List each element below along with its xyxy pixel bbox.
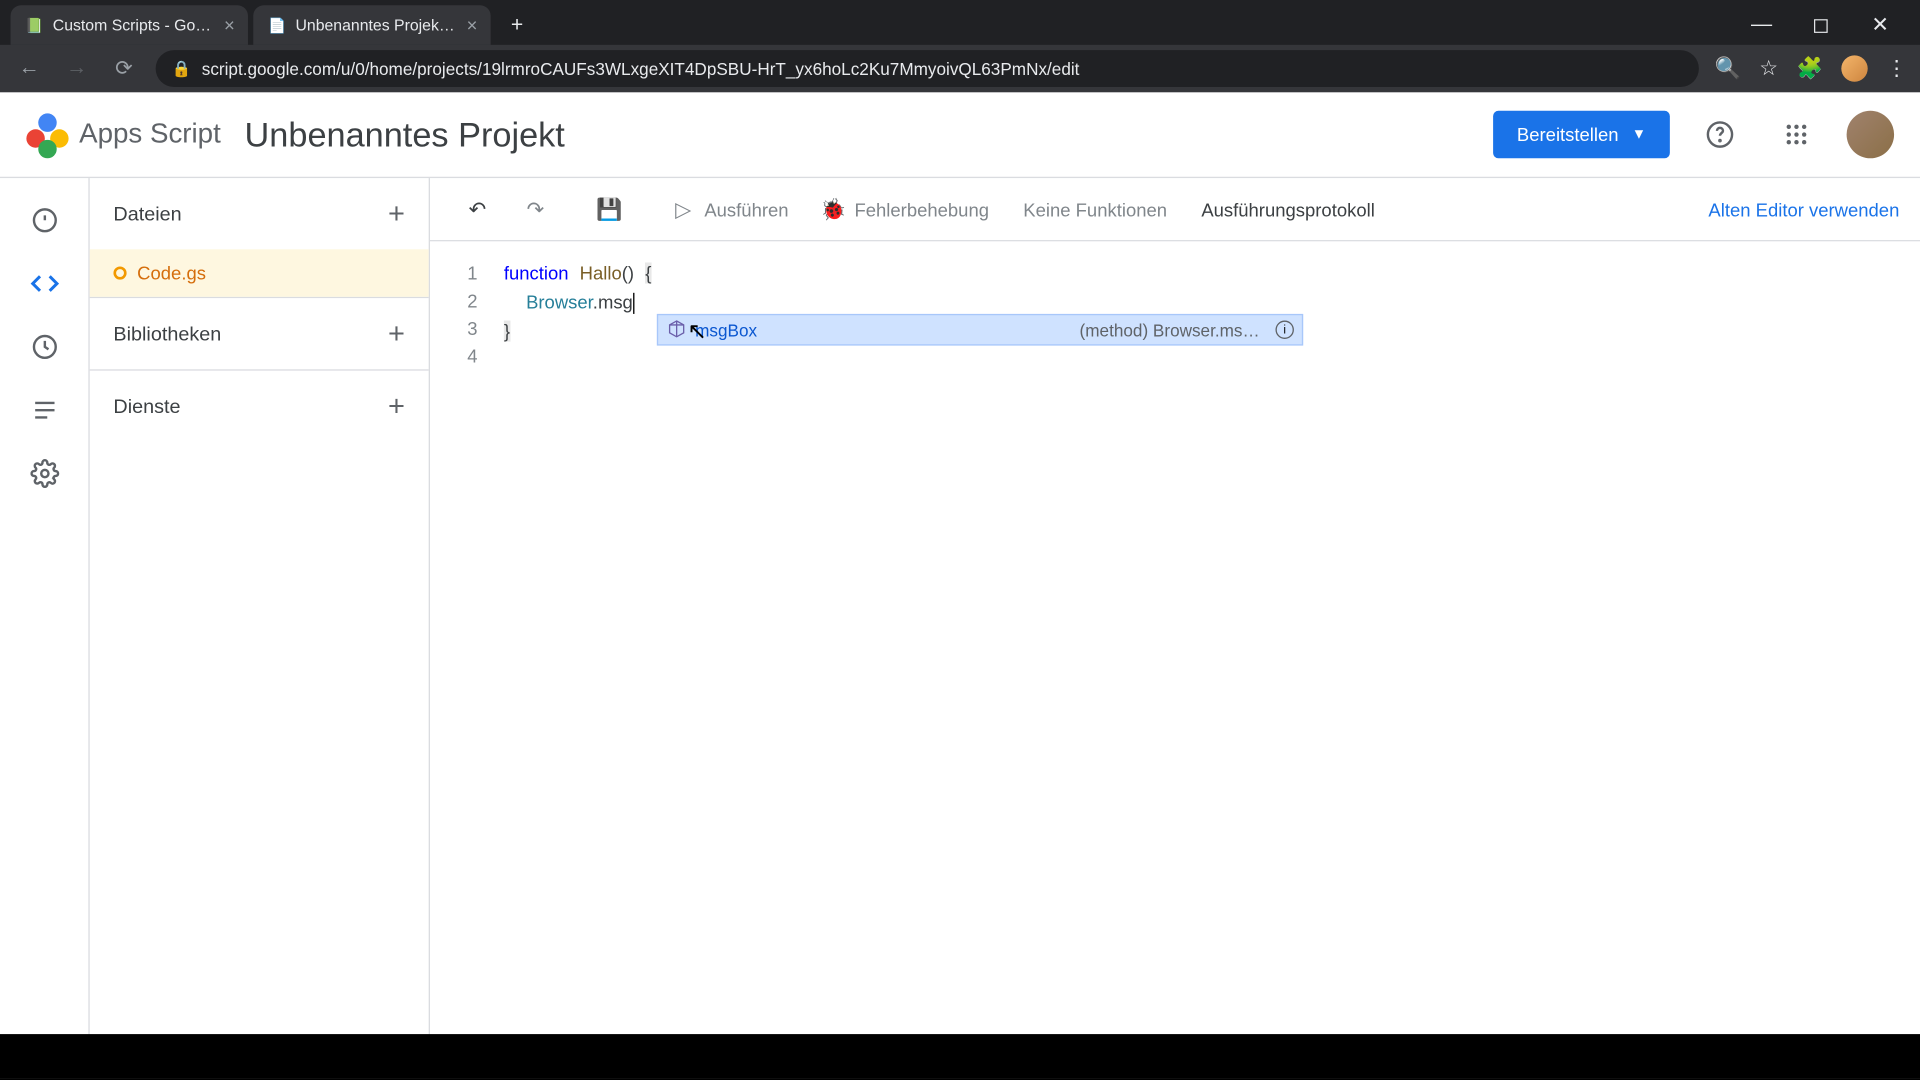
tab-strip: 📗 Custom Scripts - Google Tabellen × 📄 U… — [0, 0, 1920, 45]
code-content: function Hallo() { Browser.msg } — [504, 260, 652, 347]
app-name: Apps Script — [79, 119, 221, 151]
close-icon[interactable]: × — [224, 15, 235, 36]
rail-overview[interactable] — [18, 194, 71, 247]
add-service-button[interactable]: + — [388, 389, 405, 423]
deploy-label: Bereitstellen — [1517, 124, 1619, 145]
method-icon — [666, 319, 687, 340]
lock-icon: 🔒 — [171, 59, 191, 77]
autocomplete-signature: (method) Browser.ms… — [1040, 320, 1260, 340]
extensions-icon[interactable]: 🧩 — [1797, 55, 1823, 81]
back-button[interactable]: ← — [13, 57, 45, 81]
new-tab-button[interactable]: + — [499, 8, 536, 45]
apps-script-logo[interactable]: Apps Script — [26, 113, 220, 155]
rail-triggers[interactable] — [18, 321, 71, 374]
project-title[interactable]: Unbenanntes Projekt — [245, 114, 565, 155]
close-window-button[interactable]: ✕ — [1851, 5, 1910, 45]
browser-tab-1[interactable]: 📗 Custom Scripts - Google Tabellen × — [11, 5, 248, 45]
rail-executions[interactable] — [18, 384, 71, 437]
line-gutter: 1 2 3 4 — [430, 260, 493, 371]
script-icon: 📄 — [266, 15, 287, 36]
taskbar — [0, 1034, 1920, 1079]
debug-button[interactable]: 🐞Fehlerbehebung — [807, 185, 1002, 232]
minimize-button[interactable]: — — [1732, 5, 1791, 45]
autocomplete-popup[interactable]: msgBox (method) Browser.ms… i — [657, 314, 1303, 346]
zoom-icon[interactable]: 🔍 — [1714, 55, 1740, 81]
tab-title: Custom Scripts - Google Tabellen — [53, 16, 216, 34]
redo-icon: ↷ — [522, 196, 548, 222]
url-text: script.google.com/u/0/home/projects/19lr… — [202, 59, 1080, 79]
execution-log-button[interactable]: Ausführungsprotokoll — [1188, 188, 1388, 230]
account-avatar[interactable] — [1847, 111, 1894, 158]
chrome-menu-icon[interactable]: ⋮ — [1886, 55, 1907, 81]
autocomplete-suggestion: msgBox — [695, 320, 757, 340]
forward-button[interactable]: → — [61, 57, 93, 81]
files-heading: Dateien — [113, 202, 181, 224]
add-file-button[interactable]: + — [388, 197, 405, 231]
sheets-icon: 📗 — [24, 15, 45, 36]
save-icon: 💾 — [596, 196, 622, 222]
code-editor[interactable]: 1 2 3 4 function Hallo() { Browser.msg }… — [430, 241, 1920, 1079]
bookmark-icon[interactable]: ☆ — [1759, 55, 1778, 81]
undo-button[interactable]: ↶ — [451, 185, 504, 232]
legacy-editor-link[interactable]: Alten Editor verwenden — [1708, 199, 1899, 220]
function-dropdown[interactable]: Keine Funktionen — [1007, 188, 1182, 230]
address-bar[interactable]: 🔒 script.google.com/u/0/home/projects/19… — [156, 50, 1699, 87]
redo-button[interactable]: ↷ — [509, 185, 562, 232]
logo-icon — [26, 113, 68, 155]
file-item-code-gs[interactable]: Code.gs — [90, 249, 429, 296]
chevron-down-icon: ▼ — [1632, 127, 1646, 143]
rail-editor[interactable] — [18, 257, 71, 310]
reload-button[interactable]: ⟳ — [108, 55, 140, 81]
run-button[interactable]: ▷Ausführen — [657, 185, 802, 232]
tab-title: Unbenanntes Projekt - Projekt-E — [295, 16, 458, 34]
apps-grid-icon[interactable] — [1770, 108, 1823, 161]
undo-icon: ↶ — [464, 196, 490, 222]
save-button[interactable]: 💾 — [583, 185, 636, 232]
file-name: Code.gs — [137, 262, 206, 283]
play-icon: ▷ — [670, 196, 696, 222]
close-icon[interactable]: × — [467, 15, 478, 36]
unsaved-dot-icon — [113, 266, 126, 279]
info-icon[interactable]: i — [1275, 321, 1293, 339]
browser-tab-2[interactable]: 📄 Unbenanntes Projekt - Projekt-E × — [253, 5, 490, 45]
help-icon[interactable] — [1694, 108, 1747, 161]
services-heading: Dienste — [113, 395, 180, 417]
profile-avatar[interactable] — [1841, 55, 1867, 81]
maximize-button[interactable]: ◻ — [1791, 5, 1850, 45]
libraries-heading: Bibliotheken — [113, 322, 221, 344]
add-library-button[interactable]: + — [388, 317, 405, 351]
rail-settings[interactable] — [18, 447, 71, 500]
bug-icon: 🐞 — [820, 196, 846, 222]
deploy-button[interactable]: Bereitstellen ▼ — [1493, 111, 1670, 158]
